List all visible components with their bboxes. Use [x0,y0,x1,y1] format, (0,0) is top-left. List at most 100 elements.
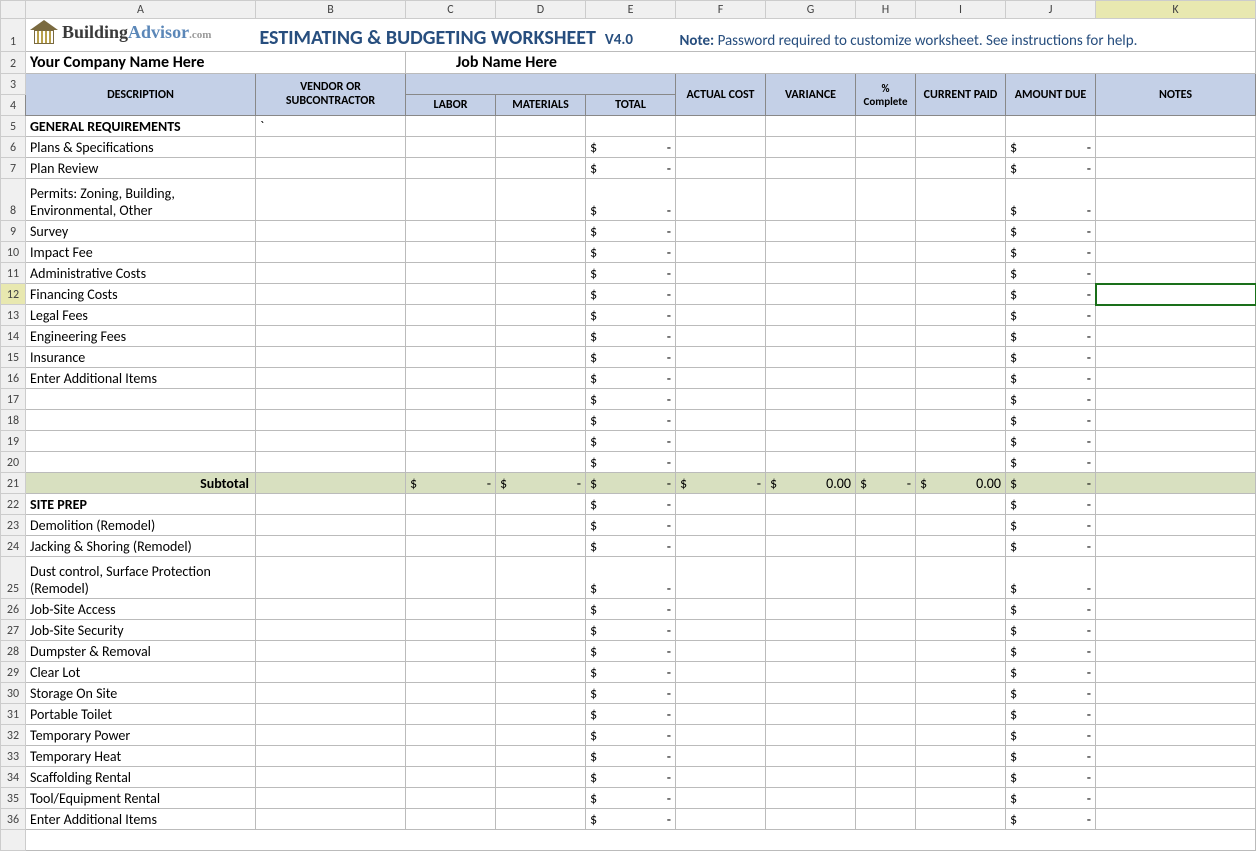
cell[interactable]: $- [586,326,676,347]
cell[interactable] [916,704,1006,725]
row-header[interactable]: 23 [1,515,26,536]
cell[interactable] [1096,389,1256,410]
cell[interactable] [916,725,1006,746]
description-cell[interactable]: Clear Lot [26,662,256,683]
cell[interactable] [766,242,856,263]
cell[interactable] [766,368,856,389]
cell[interactable] [1096,116,1256,137]
cell[interactable] [766,389,856,410]
cell[interactable] [406,725,496,746]
description-cell[interactable]: Insurance [26,347,256,368]
cell[interactable] [256,263,406,284]
row-header[interactable]: 16 [1,368,26,389]
cell[interactable] [766,536,856,557]
cell[interactable] [766,494,856,515]
row-header[interactable]: 29 [1,662,26,683]
description-cell[interactable]: Job-Site Access [26,599,256,620]
cell[interactable]: $- [586,536,676,557]
description-cell[interactable]: Dumpster & Removal [26,641,256,662]
row-header[interactable]: 18 [1,410,26,431]
cell[interactable] [856,137,916,158]
cell[interactable] [586,116,676,137]
row-header[interactable]: 31 [1,704,26,725]
cell[interactable] [26,830,1256,851]
job-name-cell[interactable]: Job Name Here [406,52,1256,74]
cell[interactable] [496,788,586,809]
cell[interactable] [256,326,406,347]
cell[interactable] [916,662,1006,683]
cell[interactable] [676,305,766,326]
cell[interactable]: $- [1006,431,1096,452]
description-cell[interactable]: Scaffolding Rental [26,767,256,788]
row-header[interactable]: 35 [1,788,26,809]
cell[interactable] [496,221,586,242]
description-cell[interactable]: Demolition (Remodel) [26,515,256,536]
cell[interactable] [256,179,406,221]
cell[interactable] [256,536,406,557]
cell[interactable]: $- [586,788,676,809]
cell[interactable] [1096,599,1256,620]
col-header[interactable]: J [1006,1,1096,19]
cell[interactable]: $- [586,431,676,452]
cell[interactable] [916,116,1006,137]
cell[interactable] [916,347,1006,368]
cell[interactable] [766,326,856,347]
cell[interactable] [766,599,856,620]
cell[interactable] [856,494,916,515]
cell[interactable] [676,242,766,263]
cell[interactable] [916,515,1006,536]
cell[interactable]: $- [856,473,916,494]
cell[interactable] [406,137,496,158]
description-cell[interactable]: Impact Fee [26,242,256,263]
cell[interactable] [406,746,496,767]
cell[interactable] [496,725,586,746]
description-cell[interactable]: Enter Additional Items [26,368,256,389]
cell[interactable]: ` [256,116,406,137]
cell[interactable] [1096,704,1256,725]
cell[interactable] [916,368,1006,389]
cell[interactable] [256,599,406,620]
row-header[interactable]: 21 [1,473,26,494]
description-cell[interactable] [26,389,256,410]
cell[interactable] [916,221,1006,242]
cell[interactable] [676,683,766,704]
cell[interactable] [1096,158,1256,179]
cell[interactable] [766,116,856,137]
col-header[interactable]: G [766,1,856,19]
cell[interactable]: $- [1006,557,1096,599]
cell[interactable] [856,725,916,746]
cell[interactable] [676,662,766,683]
cell[interactable] [496,557,586,599]
cell[interactable] [1096,284,1256,305]
cell[interactable] [406,809,496,830]
row-header[interactable]: 6 [1,137,26,158]
cell[interactable] [256,452,406,473]
cell[interactable] [676,704,766,725]
cell[interactable]: $- [586,683,676,704]
cell[interactable] [856,389,916,410]
description-cell[interactable] [26,410,256,431]
cell[interactable] [856,536,916,557]
description-cell[interactable]: Storage On Site [26,683,256,704]
cell[interactable] [766,452,856,473]
cell[interactable] [496,326,586,347]
cell[interactable] [1096,725,1256,746]
cell[interactable] [1096,746,1256,767]
cell[interactable]: $- [586,725,676,746]
cell[interactable] [256,725,406,746]
row-header[interactable]: 5 [1,116,26,137]
cell[interactable] [676,263,766,284]
cell[interactable] [1096,620,1256,641]
cell[interactable] [856,242,916,263]
cell[interactable]: $0.00 [916,473,1006,494]
cell[interactable]: $- [1006,368,1096,389]
description-cell[interactable]: Administrative Costs [26,263,256,284]
cell[interactable] [676,620,766,641]
cell[interactable] [406,389,496,410]
cell[interactable] [916,410,1006,431]
cell[interactable]: $- [1006,410,1096,431]
description-cell[interactable]: SITE PREP [26,494,256,515]
cell[interactable]: $- [586,494,676,515]
cell[interactable]: $- [586,347,676,368]
row-header[interactable] [1,830,26,851]
